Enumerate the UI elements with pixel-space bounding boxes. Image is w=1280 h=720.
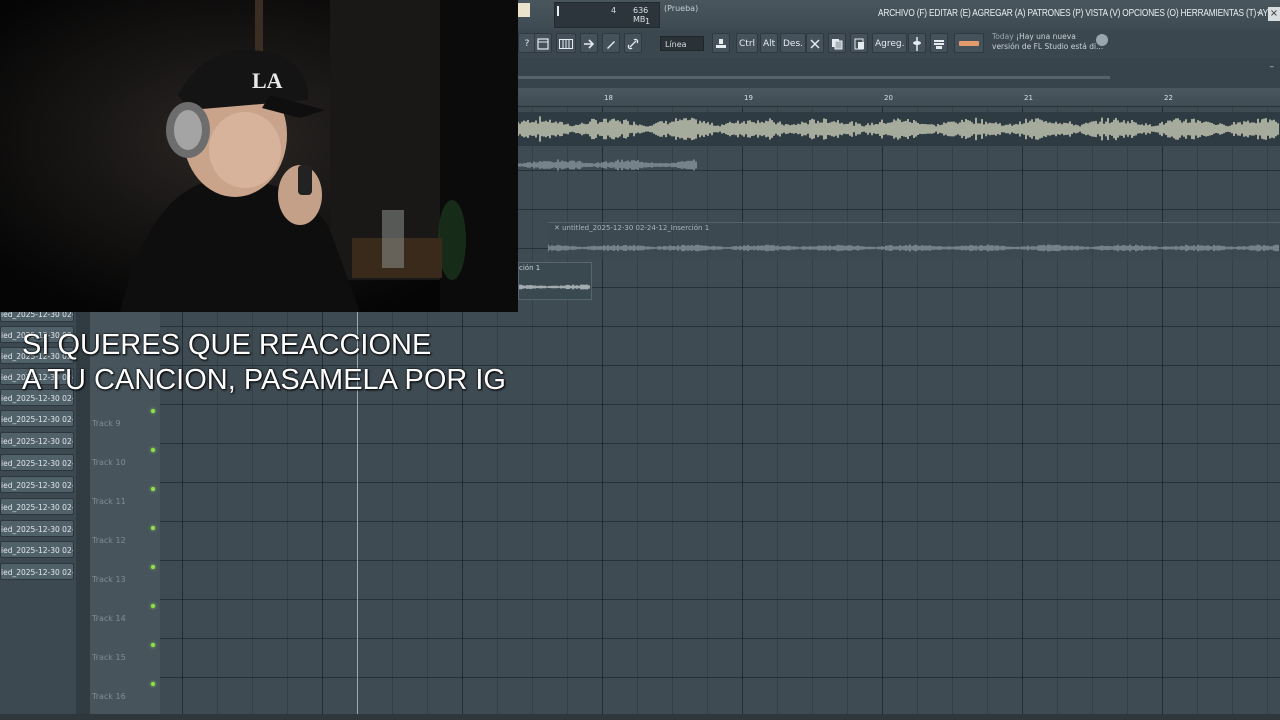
track-label[interactable]: Track 9 — [92, 419, 121, 428]
webcam-video: LA — [0, 0, 518, 312]
paste-icon[interactable] — [850, 33, 868, 53]
polyphony-value: 1 — [645, 17, 651, 26]
copy-icon[interactable] — [828, 33, 846, 53]
playlist-header: – — [518, 58, 1280, 88]
waveform — [518, 159, 697, 171]
stream-caption: SI QUERES QUE REACCIONE A TU CANCION, PA… — [22, 328, 506, 398]
track-label[interactable]: Track 13 — [92, 575, 126, 584]
track-label[interactable]: Track 16 — [92, 692, 126, 701]
news-line1: ¡Hay una nueva — [1016, 32, 1076, 41]
track-enable-led[interactable] — [151, 487, 155, 491]
track-enable-led[interactable] — [151, 565, 155, 569]
news-today-label: Today — [992, 32, 1014, 41]
minimize-button[interactable]: – — [1254, 8, 1264, 19]
track-label[interactable]: Track 10 — [92, 458, 126, 467]
app-logo — [518, 3, 530, 17]
stamp-icon[interactable] — [712, 33, 730, 53]
clip-title-text: untitled_2025-12-30 02-24-12_Inserción 1 — [562, 224, 710, 232]
piano-roll-icon[interactable] — [556, 33, 576, 53]
browser-item[interactable]: ied_2025-12-30 02-... — [0, 454, 74, 471]
cpu-meter-bar — [557, 6, 559, 16]
cut-icon[interactable] — [806, 33, 824, 53]
snap-select[interactable]: Línea — [660, 36, 704, 51]
alt-key-button[interactable]: Alt — [760, 33, 779, 53]
track-enable-led[interactable] — [151, 682, 155, 686]
browser-item[interactable]: ied_2025-12-30 02-... — [0, 563, 74, 580]
track-label[interactable]: Track 11 — [92, 497, 126, 506]
bar-number: 18 — [604, 94, 613, 102]
waveform — [518, 116, 1279, 142]
bar-number: 19 — [744, 94, 753, 102]
globe-icon[interactable] — [1096, 34, 1108, 46]
top-status-bar: 4 636 MB 1 (Prueba) ARCHIVO (F) EDITAR (… — [518, 0, 1280, 31]
draw-tool-icon[interactable] — [602, 33, 620, 53]
audio-clip-small[interactable]: ción 1 — [518, 262, 592, 300]
timeline-ruler[interactable]: 18 19 20 21 22 — [518, 88, 1280, 107]
bar-number: 22 — [1164, 94, 1173, 102]
link-icon[interactable] — [624, 33, 642, 53]
cpu-value: 4 — [611, 6, 617, 15]
ctrl-key-button[interactable]: Ctrl — [736, 33, 759, 53]
audio-clip-main[interactable] — [518, 112, 1280, 146]
hint-text: (Prueba) — [664, 4, 699, 13]
metronome-icon[interactable] — [908, 33, 926, 53]
track-label[interactable]: Track 15 — [92, 653, 126, 662]
playlist-icon[interactable] — [534, 33, 552, 53]
close-button[interactable]: × — [1268, 7, 1280, 21]
audio-clip-insert[interactable]: ✕ untitled_2025-12-30 02-24-12_Inserción… — [548, 222, 1280, 259]
bar-number: 21 — [1024, 94, 1033, 102]
arrow-right-icon[interactable] — [580, 33, 598, 53]
main-menu[interactable]: ARCHIVO (F) EDITAR (E) AGREGAR (A) PATRO… — [878, 8, 1280, 19]
track-enable-led[interactable] — [151, 409, 155, 413]
track-enable-led[interactable] — [151, 526, 155, 530]
track-enable-led[interactable] — [151, 448, 155, 452]
track-enable-led[interactable] — [151, 643, 155, 647]
add-button[interactable]: Agreg. — [872, 33, 908, 53]
horizontal-scrollbar[interactable] — [518, 76, 1110, 79]
browser-item[interactable]: ied_2025-12-30 02-... — [0, 476, 74, 493]
track-label[interactable]: Track 14 — [92, 614, 126, 623]
playlist-toolbar: ? Línea Ctrl Alt Des. Agreg. Today ¡Hay … — [518, 30, 1280, 59]
browser-item[interactable]: ied_2025-12-30 02-... — [0, 498, 74, 515]
news-line2: versión de FL Studio está di... — [992, 42, 1104, 51]
webcam-overlay: LA — [0, 0, 518, 312]
undo-button[interactable]: Des. — [780, 33, 807, 53]
browser-item[interactable]: ied_2025-12-30 02-... — [0, 520, 74, 537]
playlist-minimize-button[interactable]: – — [1270, 62, 1275, 72]
output-meter[interactable] — [954, 33, 984, 53]
track-enable-led[interactable] — [151, 604, 155, 608]
browser-item[interactable]: ied_2025-12-30 02-... — [0, 432, 74, 449]
audio-clip-vocal[interactable] — [518, 152, 698, 178]
browser-item[interactable]: ied_2025-12-30 02-... — [0, 410, 74, 427]
track-label[interactable]: Track 12 — [92, 536, 126, 545]
svg-text:LA: LA — [252, 68, 283, 93]
bottom-border — [0, 714, 1280, 720]
bar-number: 20 — [884, 94, 893, 102]
cpu-memory-monitor: 4 636 MB 1 — [554, 2, 660, 28]
caption-line: A TU CANCION, PASAMELA POR IG — [22, 364, 506, 396]
mixer-icon[interactable] — [930, 33, 948, 53]
browser-item[interactable]: ied_2025-12-30 02-... — [0, 541, 74, 558]
clip-title: ✕ untitled_2025-12-30 02-24-12_Inserción… — [554, 224, 710, 232]
caption-line: SI QUERES QUE REACCIONE — [22, 329, 432, 361]
clip-title: ción 1 — [519, 264, 541, 272]
